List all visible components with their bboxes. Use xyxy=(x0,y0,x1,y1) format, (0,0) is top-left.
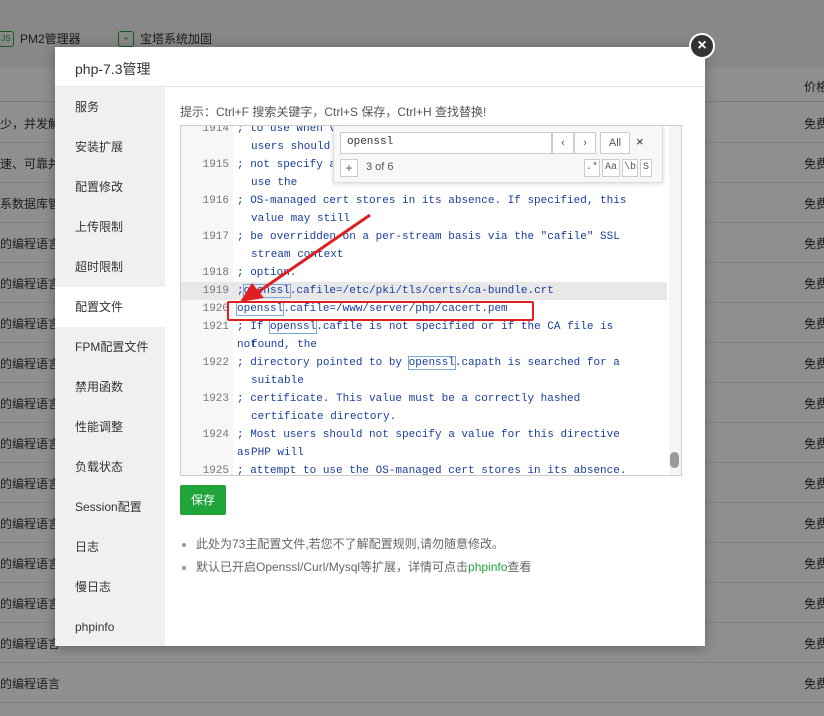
modal-close-button[interactable]: × xyxy=(689,33,715,59)
red-arrow-annotation xyxy=(240,213,371,302)
